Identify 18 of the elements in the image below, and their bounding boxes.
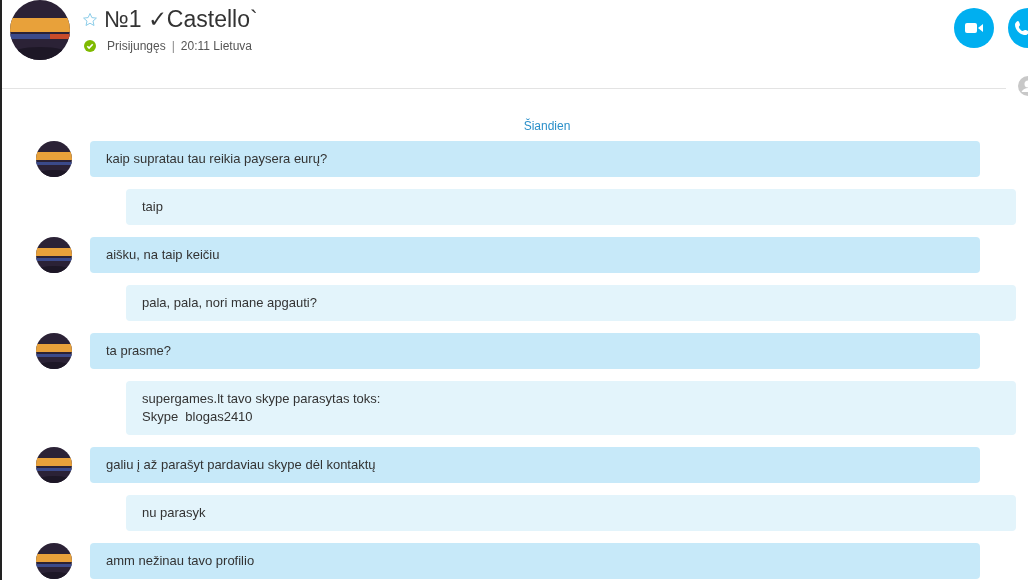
message-bubble: ta prasme? bbox=[90, 333, 980, 369]
phone-icon bbox=[1014, 20, 1028, 36]
video-call-button[interactable] bbox=[954, 8, 994, 48]
message-bubble: kaip supratau tau reikia paysera eurų? bbox=[90, 141, 980, 177]
message-bubble: amm nežinau tavo profilio bbox=[90, 543, 980, 579]
status-text: Prisijungęs bbox=[107, 39, 166, 53]
message-bubble: supergames.lt tavo skype parasytas toks: Skype blogas2410 bbox=[126, 381, 1016, 435]
separator: | bbox=[171, 39, 175, 53]
message-bubble: galiu į až parašyt pardaviau skype dėl kontaktų bbox=[90, 447, 980, 483]
contact-name: №1 ✓Castello` bbox=[104, 6, 258, 33]
message-bubble: nu parasyk bbox=[126, 495, 1016, 531]
star-icon[interactable] bbox=[82, 11, 98, 28]
message-bubble: taip bbox=[126, 189, 1016, 225]
date-label: Šiandien bbox=[522, 117, 572, 135]
message-bubble: pala, pala, nori mane apgauti? bbox=[126, 285, 1016, 321]
local-time: 20:11 Lietuva bbox=[180, 39, 252, 53]
video-camera-icon bbox=[964, 21, 984, 35]
message-bubble: aišku, na taip keičiu bbox=[90, 237, 980, 273]
